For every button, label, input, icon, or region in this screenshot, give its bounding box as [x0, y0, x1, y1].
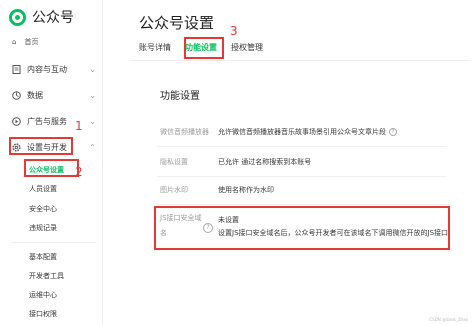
chevron-up-icon: ⌃	[89, 143, 96, 152]
row-value-audio-player: 允许微信音频播放器音乐故事场景引用公众号文章片段?	[218, 127, 397, 137]
tab-authorization[interactable]: 授权管理	[231, 42, 263, 59]
sidebar-item-developer-tools[interactable]: 开发者工具	[29, 271, 64, 281]
sidebar-item-staff-settings[interactable]: 人员设置	[29, 184, 57, 194]
highlight-box-settings-dev	[9, 137, 73, 155]
section-title: 功能设置	[160, 91, 200, 102]
sidebar-item-security-center[interactable]: 安全中心	[29, 204, 57, 214]
sidebar-item-ops-center[interactable]: 运维中心	[29, 290, 57, 300]
sidebar-item-home[interactable]: ⌂ 首页	[12, 37, 38, 47]
row-label-audio-player: 微信音频播放器	[160, 128, 209, 136]
sidebar-item-basic-config[interactable]: 基本配置	[29, 252, 57, 262]
highlight-box-js-domain	[154, 206, 450, 250]
sidebar-group-label: 内容与互动	[27, 65, 67, 74]
chevron-down-icon: ⌄	[89, 65, 96, 74]
sidebar-divider	[12, 242, 96, 243]
wechat-logo-icon	[9, 8, 26, 26]
row-value-text: 允许微信音频播放器音乐故事场景引用公众号文章片段	[218, 128, 386, 136]
sidebar-group-label: 数据	[27, 91, 43, 100]
sidebar-group-content[interactable]: 内容与互动 ⌄	[12, 64, 96, 75]
sidebar-item-api-permissions[interactable]: 接口权限	[29, 309, 57, 319]
annotation-number-3: 3	[230, 24, 238, 38]
row-value-watermark: 使用名称作为水印	[218, 186, 274, 194]
annotation-number-1: 1	[75, 119, 83, 133]
app-title: 公众号	[32, 10, 74, 26]
ad-icon	[12, 117, 21, 126]
app-logo[interactable]: 公众号	[9, 6, 74, 28]
row-label-watermark: 图片水印	[160, 186, 188, 194]
watermark: CSDN @dank_Zhao	[429, 317, 468, 322]
row-divider	[157, 146, 447, 147]
sidebar-item-violation-records[interactable]: 违规记录	[29, 223, 57, 233]
highlight-box-function-tab	[184, 37, 224, 59]
row-label-privacy: 隐私设置	[160, 158, 188, 166]
page-title: 公众号设置	[139, 14, 215, 32]
chevron-down-icon: ⌄	[89, 117, 96, 126]
row-divider	[157, 176, 447, 177]
annotation-number-2: 2	[75, 165, 83, 179]
tabs-divider	[130, 60, 470, 61]
sidebar-group-ads[interactable]: 广告与服务 ⌄	[12, 116, 96, 127]
settings-card	[140, 72, 462, 320]
document-icon	[12, 65, 21, 74]
sidebar-group-data[interactable]: 数据 ⌄	[12, 90, 96, 101]
home-icon: ⌂	[12, 38, 17, 46]
sidebar-item-label: 首页	[24, 38, 39, 46]
help-icon[interactable]: ?	[389, 128, 397, 136]
chevron-down-icon: ⌄	[89, 91, 96, 100]
chart-icon	[12, 91, 21, 100]
row-divider	[157, 204, 447, 205]
highlight-box-account-settings	[24, 159, 79, 177]
tab-account-details[interactable]: 账号详情	[139, 42, 171, 59]
row-value-privacy: 已允许 通过名称搜索到本账号	[218, 158, 312, 166]
sidebar-group-label: 广告与服务	[27, 117, 67, 126]
